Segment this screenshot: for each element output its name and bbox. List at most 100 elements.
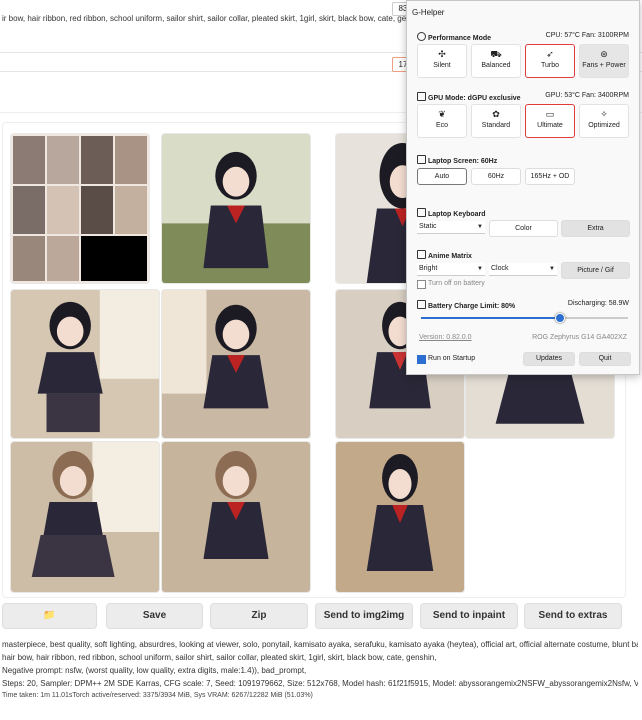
tile-label: Fans + Power: [582, 62, 626, 69]
ghelper-window: G-Helper Performance Mode CPU: 57°C Fan:…: [406, 0, 640, 375]
image-grid-placeholder: [11, 134, 149, 283]
gpu-chip-icon: [417, 92, 426, 101]
window-title: G-Helper: [412, 8, 445, 17]
chevron-down-icon: ▼: [477, 224, 483, 230]
version-link[interactable]: Version: 0.82.0.0: [419, 334, 472, 341]
keyboard-extra-button[interactable]: Extra: [561, 220, 630, 237]
perf-mode-turbo[interactable]: ➶ Turbo: [525, 44, 575, 78]
select-value: Static: [419, 223, 437, 230]
gallery-image-thumbnail[interactable]: [161, 289, 311, 439]
performance-mode-header: Performance Mode: [417, 32, 491, 42]
battery-limit-slider-fill: [421, 317, 559, 319]
car-icon: ⛟: [490, 49, 502, 59]
image-placeholder: [162, 290, 310, 438]
tile-label: Balanced: [481, 62, 511, 69]
screen-60hz-button[interactable]: 60Hz: [471, 168, 521, 185]
tile-label: Eco: [435, 122, 449, 129]
laptop-screen-header: Laptop Screen: 60Hz: [417, 155, 497, 165]
keyboard-header: Laptop Keyboard: [417, 208, 486, 218]
info-negative-prompt: Negative prompt: nsfw, (worst quality, l…: [2, 666, 307, 675]
anime-matrix-header: Anime Matrix: [417, 250, 472, 260]
send-to-img2img-button[interactable]: Send to img2img: [315, 603, 413, 629]
info-parameters: Steps: 20, Sampler: DPM++ 2M SDE Karras,…: [2, 679, 638, 688]
gallery-image-thumbnail[interactable]: [10, 289, 160, 439]
battery-limit-slider-handle[interactable]: [555, 313, 565, 323]
leaf-icon: ❦: [438, 109, 446, 119]
keyboard-mode-select[interactable]: Static ▼: [417, 221, 485, 234]
gallery-image-thumbnail[interactable]: [465, 366, 615, 439]
perf-mode-fans-power[interactable]: ⊛ Fans + Power: [579, 44, 629, 78]
tile-label: Ultimate: [537, 122, 563, 129]
keyboard-color-button[interactable]: Color: [489, 220, 558, 237]
tile-label: Silent: [433, 62, 451, 69]
fans-icon: ⊛: [600, 49, 608, 59]
image-placeholder: [162, 442, 310, 592]
section-title: GPU Mode: dGPU exclusive: [428, 95, 521, 102]
updates-button[interactable]: Updates: [523, 352, 575, 366]
fan-icon: ✣: [438, 49, 446, 59]
matrix-mode-select[interactable]: Clock ▼: [489, 263, 557, 276]
image-placeholder: [336, 442, 464, 592]
timing-info: Time taken: 1m 11.01sTorch active/reserv…: [2, 692, 313, 699]
run-on-startup-checkbox[interactable]: [417, 355, 426, 364]
cpu-status: CPU: 57°C Fan: 3100RPM: [545, 32, 629, 39]
run-on-startup-label: Run on Startup: [428, 355, 476, 362]
laptop-model: ROG Zephyrus G14 GA402XZ: [532, 334, 627, 341]
image-placeholder: [162, 134, 310, 283]
gpu-mode-standard[interactable]: ✿ Standard: [471, 104, 521, 138]
section-title: Performance Mode: [428, 35, 492, 42]
matrix-brightness-select[interactable]: Bright ▼: [417, 263, 485, 276]
select-value: Bright: [419, 265, 438, 272]
gallery-action-bar: 📁 Save Zip Send to img2img Send to inpai…: [2, 603, 622, 629]
generation-info: masterpiece, best quality, soft lighting…: [2, 638, 638, 690]
gpu-mode-eco[interactable]: ❦ Eco: [417, 104, 467, 138]
gpu-mode-ultimate[interactable]: ▭ Ultimate: [525, 104, 575, 138]
rocket-icon: ➶: [546, 49, 554, 59]
matrix-picture-button[interactable]: Picture / Gif: [561, 262, 630, 279]
gallery-image-thumbnail[interactable]: [335, 441, 465, 593]
info-prompt-line: hair bow, hair ribbon, red ribbon, schoo…: [2, 653, 437, 662]
save-button[interactable]: Save: [106, 603, 203, 629]
gear-icon: ✿: [492, 109, 500, 119]
send-to-extras-button[interactable]: Send to extras: [524, 603, 622, 629]
perf-mode-silent[interactable]: ✣ Silent: [417, 44, 467, 78]
matrix-icon: [417, 250, 426, 259]
gpu-mode-optimized[interactable]: ✧ Optimized: [579, 104, 629, 138]
screen-165hz-button[interactable]: 165Hz + OD: [525, 168, 575, 185]
monitor-icon: [417, 155, 426, 164]
quit-button[interactable]: Quit: [579, 352, 631, 366]
section-title: Battery Charge Limit: 80%: [428, 303, 516, 310]
gpu-status: GPU: 53°C Fan: 3400RPM: [545, 92, 629, 99]
prompt-text: ir bow, hair ribbon, red ribbon, school …: [2, 14, 428, 23]
select-value: Clock: [491, 265, 509, 272]
keyboard-icon: [417, 208, 426, 217]
battery-status: Discharging: 58.9W: [567, 300, 629, 307]
gallery-image-thumbnail[interactable]: [10, 441, 160, 593]
image-placeholder: [11, 290, 159, 438]
gallery-image-thumbnail[interactable]: [161, 133, 311, 284]
open-folder-button[interactable]: 📁: [2, 603, 97, 629]
gauge-icon: [417, 32, 426, 41]
sparkle-icon: ✧: [600, 109, 608, 119]
turn-off-battery-label: Turn off on battery: [428, 280, 485, 287]
tile-label: Optimized: [588, 122, 620, 129]
gallery-grid-thumbnail[interactable]: [10, 133, 150, 284]
gallery-image-thumbnail[interactable]: [161, 441, 311, 593]
image-placeholder: [11, 442, 159, 592]
tile-label: Turbo: [540, 62, 560, 69]
battery-header: Battery Charge Limit: 80%: [417, 300, 515, 310]
screen-auto-button[interactable]: Auto: [417, 168, 467, 185]
image-placeholder: [466, 367, 614, 438]
info-prompt-line: masterpiece, best quality, soft lighting…: [2, 640, 638, 649]
battery-icon: [417, 300, 426, 309]
gpu-icon: ▭: [545, 109, 555, 119]
folder-icon: 📁: [43, 610, 56, 621]
turn-off-battery-checkbox[interactable]: [417, 280, 426, 289]
zip-button[interactable]: Zip: [210, 603, 308, 629]
chevron-down-icon: ▼: [477, 266, 483, 272]
section-title: Laptop Keyboard: [428, 211, 486, 218]
send-to-inpaint-button[interactable]: Send to inpaint: [420, 603, 518, 629]
perf-mode-balanced[interactable]: ⛟ Balanced: [471, 44, 521, 78]
tile-label: Standard: [481, 122, 511, 129]
section-title: Anime Matrix: [428, 253, 472, 260]
